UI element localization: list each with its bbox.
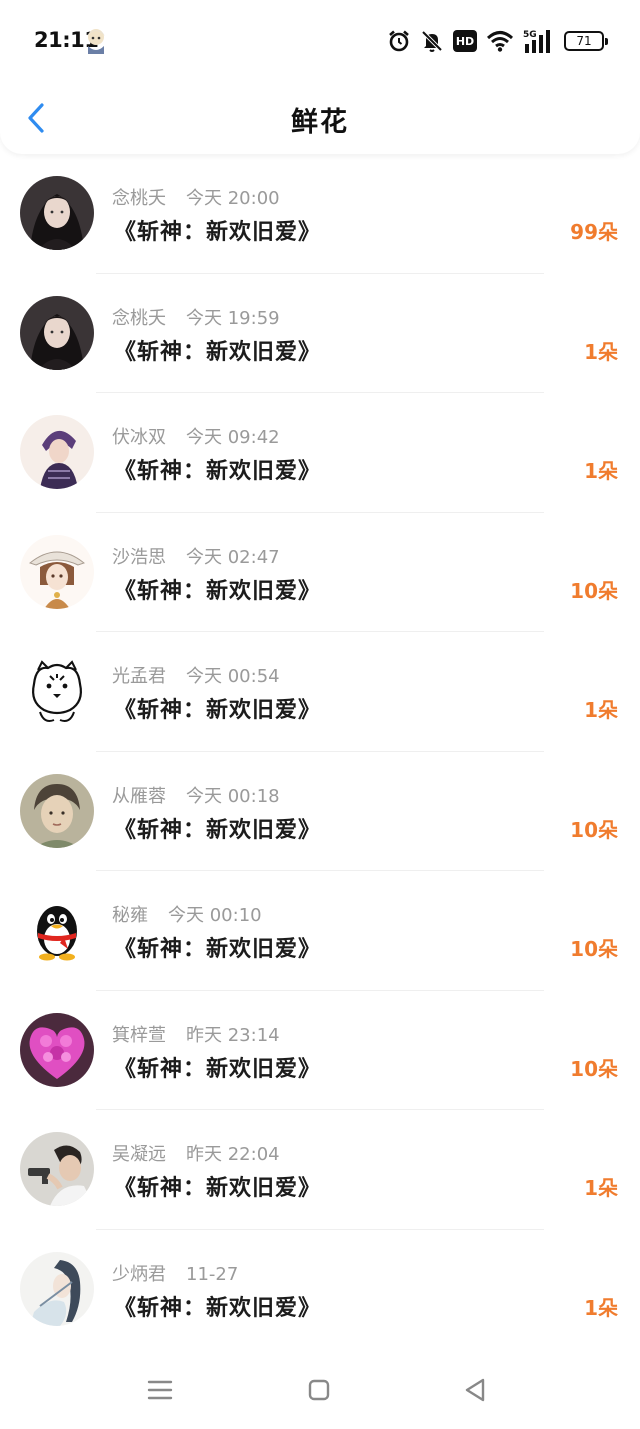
sender-name[interactable]: 光孟君 [112, 666, 166, 687]
list-item[interactable]: 念桃夭 今天 19:59 《斩神：新欢旧爱》 1朵 [0, 274, 640, 394]
flower-count: 10朵 [570, 578, 618, 603]
top-panel: 21:11 HD 5G 71 鲜花 [0, 0, 640, 154]
book-title: 《斩神：新欢旧爱》 [114, 220, 322, 245]
row-meta: 箕梓萱 昨天 23:14 [112, 1021, 280, 1047]
battery-indicator: 71 [564, 31, 608, 51]
system-nav-bar [0, 1348, 640, 1429]
send-time: 今天 09:42 [186, 427, 280, 448]
book-title: 《斩神：新欢旧爱》 [114, 937, 322, 962]
send-time: 昨天 23:14 [186, 1024, 280, 1046]
status-bar: 21:11 HD 5G 71 [0, 0, 640, 84]
flower-count: 1朵 [584, 459, 618, 483]
list-item[interactable]: 吴凝远 昨天 22:04 《斩神：新欢旧爱》 1朵 [0, 1110, 640, 1230]
alarm-icon [387, 29, 411, 53]
list-item[interactable]: 沙浩思 今天 02:47 《斩神：新欢旧爱》 10朵 [0, 513, 640, 633]
signal-5g-icon: 5G [523, 28, 555, 54]
list-item[interactable]: 念桃夭 今天 20:00 《斩神：新欢旧爱》 99朵 [0, 154, 640, 274]
nav-home-button[interactable] [302, 1376, 336, 1404]
avatar[interactable] [20, 654, 94, 728]
row-meta: 沙浩思 今天 02:47 [112, 543, 280, 569]
flower-gift-list: 念桃夭 今天 20:00 《斩神：新欢旧爱》 99朵 念桃夭 今天 19:59 《斩神：新欢… [0, 154, 640, 1349]
hd-badge: HD [453, 30, 477, 52]
send-time: 11-27 [186, 1263, 239, 1285]
sender-name[interactable]: 秘雍 [112, 905, 148, 926]
sender-name[interactable]: 从雁蓉 [112, 786, 166, 807]
row-meta: 念桃夭 今天 20:00 [112, 184, 280, 210]
menu-icon [147, 1380, 173, 1400]
sender-name[interactable]: 念桃夭 [112, 308, 166, 329]
book-title: 《斩神：新欢旧爱》 [114, 1056, 322, 1082]
avatar[interactable] [20, 1132, 94, 1206]
row-meta: 少炳君 11-27 [112, 1260, 238, 1286]
mute-bell-icon [420, 29, 444, 53]
flower-count: 1朵 [584, 698, 618, 722]
list-item[interactable]: 箕梓萱 昨天 23:14 《斩神：新欢旧爱》 10朵 [0, 991, 640, 1111]
send-time: 今天 00:10 [168, 905, 262, 926]
send-time: 今天 00:54 [186, 666, 280, 687]
row-meta: 念桃夭 今天 19:59 [112, 304, 280, 330]
row-meta: 光孟君 今天 00:54 [112, 662, 280, 688]
book-title: 《斩神：新欢旧爱》 [114, 578, 322, 604]
back-triangle-icon [465, 1378, 485, 1402]
svg-text:5G: 5G [523, 30, 537, 40]
status-notification-avatar-icon [84, 28, 108, 54]
flower-count: 1朵 [584, 339, 618, 364]
list-item[interactable]: 光孟君 今天 00:54 《斩神：新欢旧爱》 1朵 [0, 632, 640, 752]
avatar[interactable] [20, 295, 94, 370]
book-title: 《斩神：新欢旧爱》 [114, 698, 322, 723]
sender-name[interactable]: 念桃夭 [112, 188, 166, 209]
send-time: 今天 00:18 [186, 785, 280, 807]
send-time: 今天 20:00 [186, 188, 280, 209]
sender-name[interactable]: 沙浩思 [112, 547, 166, 568]
flower-count: 1朵 [584, 1295, 618, 1320]
list-item[interactable]: 从雁蓉 今天 00:18 《斩神：新欢旧爱》 10朵 [0, 752, 640, 872]
nav-back-button[interactable] [458, 1376, 492, 1404]
page-title: 鲜花 [291, 107, 349, 138]
flower-count: 10朵 [570, 1056, 618, 1081]
sender-name[interactable]: 箕梓萱 [112, 1025, 166, 1046]
avatar[interactable] [20, 893, 94, 967]
sender-name[interactable]: 吴凝远 [112, 1144, 166, 1165]
flower-count: 10朵 [570, 937, 618, 961]
book-title: 《斩神：新欢旧爱》 [114, 339, 322, 365]
wifi-icon [486, 29, 514, 53]
row-meta: 秘雍 今天 00:10 [112, 901, 262, 927]
row-meta: 从雁蓉 今天 00:18 [112, 782, 280, 808]
header: 鲜花 [0, 84, 640, 154]
book-title: 《斩神：新欢旧爱》 [114, 1295, 322, 1321]
flower-count: 99朵 [570, 220, 618, 244]
avatar[interactable] [20, 415, 94, 489]
list-item[interactable]: 少炳君 11-27 《斩神：新欢旧爱》 1朵 [0, 1230, 640, 1350]
avatar[interactable] [20, 534, 94, 609]
book-title: 《斩神：新欢旧爱》 [114, 1176, 322, 1201]
book-title: 《斩神：新欢旧爱》 [114, 817, 322, 843]
row-meta: 伏冰双 今天 09:42 [112, 423, 280, 449]
avatar[interactable] [20, 773, 94, 848]
sender-name[interactable]: 伏冰双 [112, 427, 166, 448]
list-item[interactable]: 伏冰双 今天 09:42 《斩神：新欢旧爱》 1朵 [0, 393, 640, 513]
send-time: 今天 19:59 [186, 307, 280, 329]
sender-name[interactable]: 少炳君 [112, 1264, 166, 1285]
avatar[interactable] [20, 1012, 94, 1087]
list-item[interactable]: 秘雍 今天 00:10 《斩神：新欢旧爱》 10朵 [0, 871, 640, 991]
avatar[interactable] [20, 1251, 94, 1326]
send-time: 今天 02:47 [186, 546, 280, 568]
send-time: 昨天 22:04 [186, 1144, 280, 1165]
row-meta: 吴凝远 昨天 22:04 [112, 1140, 280, 1166]
book-title: 《斩神：新欢旧爱》 [114, 459, 322, 484]
home-icon [308, 1379, 330, 1401]
flower-count: 1朵 [584, 1176, 618, 1200]
nav-menu-button[interactable] [143, 1376, 177, 1404]
avatar[interactable] [20, 176, 94, 250]
status-icons: HD 5G 71 [387, 26, 608, 56]
flower-count: 10朵 [570, 817, 618, 842]
